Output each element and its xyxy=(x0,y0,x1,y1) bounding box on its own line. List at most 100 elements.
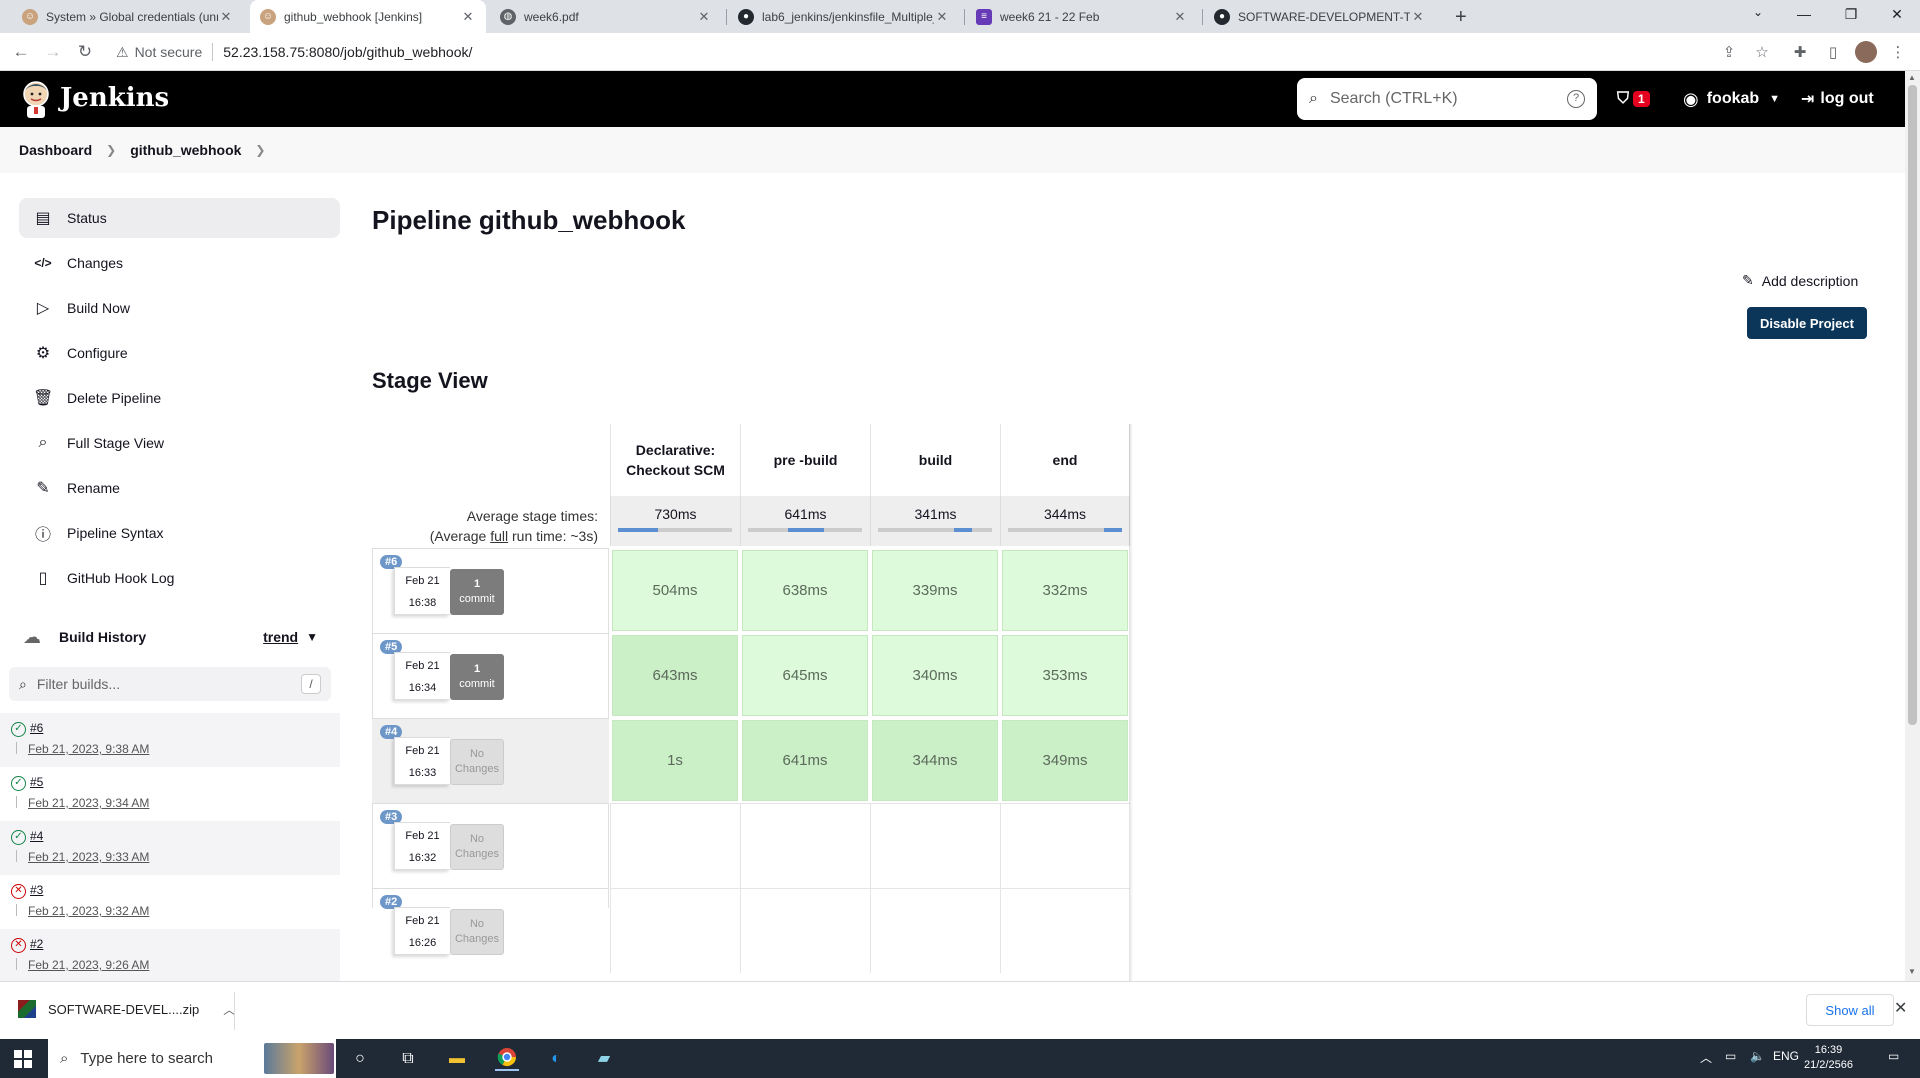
build-number-link[interactable]: #3 xyxy=(30,883,43,897)
forward-arrow-icon[interactable]: → xyxy=(43,42,63,62)
browser-tab[interactable]: ☺ System » Global credentials (unre ✕ xyxy=(12,0,244,33)
minimize-icon[interactable]: — xyxy=(1794,6,1814,22)
sidebar-item-rename[interactable]: ✎ Rename xyxy=(19,468,340,508)
jenkins-brand[interactable]: Jenkins xyxy=(60,83,169,113)
browser-tab[interactable]: ◍ week6.pdf ✕ xyxy=(490,0,722,33)
url-text[interactable]: 52.23.158.75:8080/job/github_webhook/ xyxy=(223,44,472,60)
sidebar-item-changes[interactable]: </> Changes xyxy=(19,243,340,283)
new-tab-plus-icon[interactable]: + xyxy=(1455,6,1467,29)
user-menu[interactable]: ◉ fookab ▼ xyxy=(1683,71,1780,127)
security-label[interactable]: Not secure xyxy=(135,44,203,60)
changes-box[interactable]: No Changes xyxy=(450,824,504,870)
build-date-link[interactable]: Feb 21, 2023, 9:26 AM xyxy=(28,958,149,972)
page-scrollbar[interactable]: ▲ ▼ xyxy=(1905,71,1920,981)
stage-cell-success[interactable]: 1s xyxy=(612,720,738,801)
stage-cell-success[interactable]: 349ms xyxy=(1002,720,1128,801)
file-explorer-folder-icon[interactable]: ▬ xyxy=(445,1047,469,1071)
docker-whale-icon[interactable]: ◐ xyxy=(544,1047,568,1071)
stage-cell-success[interactable]: 641ms xyxy=(742,720,868,801)
sidebar-item-pipeline-syntax[interactable]: ⓘ Pipeline Syntax xyxy=(19,513,340,553)
kebab-menu-icon[interactable]: ⋮ xyxy=(1888,43,1908,61)
task-view-icon[interactable]: ⧉ xyxy=(396,1047,420,1071)
network-icon[interactable]: ▭ xyxy=(1725,1049,1736,1063)
chevron-right-icon[interactable]: ❯ xyxy=(255,143,265,157)
side-panel-icon[interactable]: ▯ xyxy=(1823,43,1843,61)
trend-link[interactable]: trend xyxy=(263,629,298,645)
stage-cell-success[interactable]: 353ms xyxy=(1002,635,1128,716)
breadcrumb-dashboard[interactable]: Dashboard xyxy=(19,142,92,158)
download-item[interactable]: SOFTWARE-DEVEL....zip ︿ xyxy=(18,1000,235,1018)
tab-search-chevron-icon[interactable]: ⌄ xyxy=(1748,5,1768,19)
sidebar-item-build-now[interactable]: ▷ Build Now xyxy=(19,288,340,328)
add-description-link[interactable]: ✎ Add description xyxy=(1742,272,1858,289)
jenkins-butler-logo-icon[interactable] xyxy=(18,79,54,119)
build-date-link[interactable]: Feb 21, 2023, 9:33 AM xyxy=(28,850,149,864)
notifications-icon[interactable]: ▭ xyxy=(1888,1049,1899,1063)
changes-box[interactable]: No Changes xyxy=(450,909,504,955)
sidebar-item-full-stage-view[interactable]: ⌕ Full Stage View xyxy=(19,423,340,463)
stage-cell-success[interactable]: 643ms xyxy=(612,635,738,716)
browser-tab[interactable]: ● lab6_jenkins/jenkinsfile_Multiple_ ✕ xyxy=(728,0,960,33)
star-icon[interactable]: ☆ xyxy=(1752,43,1772,61)
build-history-row[interactable]: ✕ #3 Feb 21, 2023, 9:32 AM xyxy=(0,875,340,929)
stage-cell-success[interactable]: 344ms xyxy=(872,720,998,801)
profile-avatar[interactable] xyxy=(1855,41,1877,63)
back-arrow-icon[interactable]: ← xyxy=(11,42,31,62)
extensions-puzzle-icon[interactable]: ✚ xyxy=(1790,43,1810,61)
stage-cell-success[interactable]: 504ms xyxy=(612,550,738,631)
scroll-down-arrow-icon[interactable]: ▼ xyxy=(1908,967,1916,976)
browser-tab[interactable]: ● SOFTWARE-DEVELOPMENT-TOO ✕ xyxy=(1204,0,1436,33)
close-icon[interactable]: ✕ xyxy=(1894,998,1907,1018)
changes-box[interactable]: 1 commit xyxy=(450,654,504,700)
scroll-up-arrow-icon[interactable]: ▲ xyxy=(1908,73,1916,82)
share-icon[interactable]: ⇪ xyxy=(1719,43,1739,61)
stage-cell-success[interactable]: 645ms xyxy=(742,635,868,716)
browser-tab-active[interactable]: ☺ github_webhook [Jenkins] ✕ xyxy=(250,0,486,33)
build-number-link[interactable]: #4 xyxy=(30,829,43,843)
chevron-down-icon[interactable]: ▼ xyxy=(306,630,318,644)
stage-cell-success[interactable]: 339ms xyxy=(872,550,998,631)
build-history-row[interactable]: ✕ #2 Feb 21, 2023, 9:26 AM xyxy=(0,929,340,981)
run-row[interactable]: #6 Feb 21 16:38 1 commit xyxy=(372,548,609,633)
full-run-time-link[interactable]: full xyxy=(490,528,508,544)
restore-icon[interactable]: ❐ xyxy=(1841,6,1861,23)
help-icon[interactable]: ? xyxy=(1567,90,1585,108)
volume-icon[interactable]: 🔈 xyxy=(1750,1049,1765,1063)
changes-box[interactable]: 1 commit xyxy=(450,569,504,615)
build-number-link[interactable]: #2 xyxy=(30,937,43,951)
breadcrumb-job[interactable]: github_webhook xyxy=(130,142,241,158)
chrome-icon[interactable] xyxy=(495,1047,519,1071)
taskbar-clock[interactable]: 16:39 21/2/2566 xyxy=(1804,1043,1853,1073)
close-icon[interactable]: ✕ xyxy=(460,9,476,25)
windows-start-icon[interactable] xyxy=(14,1050,32,1068)
scrollbar-thumb[interactable] xyxy=(1908,85,1917,725)
run-row[interactable]: #2 Feb 21 16:26 No Changes xyxy=(372,888,609,973)
url-field[interactable]: ⚠ Not secure 52.23.158.75:8080/job/githu… xyxy=(108,37,1758,67)
security-alerts[interactable]: ⛉ 1 xyxy=(1617,71,1650,127)
stage-cell-success[interactable]: 332ms xyxy=(1002,550,1128,631)
search-box[interactable]: ⌕ Search (CTRL+K) ? xyxy=(1297,78,1597,120)
close-icon[interactable]: ✕ xyxy=(218,9,234,25)
disable-project-button[interactable]: Disable Project xyxy=(1747,307,1867,339)
close-window-icon[interactable]: ✕ xyxy=(1887,6,1907,23)
run-row[interactable]: #4 Feb 21 16:33 No Changes xyxy=(372,718,609,803)
stage-cell-success[interactable]: 340ms xyxy=(872,635,998,716)
sidebar-item-status[interactable]: ▤ Status xyxy=(19,198,340,238)
logout-link[interactable]: ⇥ log out xyxy=(1801,71,1874,127)
close-icon[interactable]: ✕ xyxy=(1172,9,1188,25)
run-row[interactable]: #3 Feb 21 16:32 No Changes xyxy=(372,803,609,888)
build-history-row[interactable]: ✓ #6 Feb 21, 2023, 9:38 AM xyxy=(0,713,340,767)
filter-builds-input[interactable]: ⌕ Filter builds... / xyxy=(9,667,331,701)
build-history-row[interactable]: ✓ #4 Feb 21, 2023, 9:33 AM xyxy=(0,821,340,875)
sidebar-item-configure[interactable]: ⚙ Configure xyxy=(19,333,340,373)
build-number-link[interactable]: #5 xyxy=(30,775,43,789)
language-indicator[interactable]: ENG xyxy=(1773,1049,1799,1063)
sidebar-item-github-hook-log[interactable]: ▯ GitHub Hook Log xyxy=(19,558,340,598)
reload-icon[interactable]: ↻ xyxy=(75,42,95,62)
close-icon[interactable]: ✕ xyxy=(696,9,712,25)
build-date-link[interactable]: Feb 21, 2023, 9:32 AM xyxy=(28,904,149,918)
close-icon[interactable]: ✕ xyxy=(1410,9,1426,25)
tray-chevron-up-icon[interactable]: ︿ xyxy=(1700,1049,1712,1066)
close-icon[interactable]: ✕ xyxy=(934,9,950,25)
build-history-row[interactable]: ✓ #5 Feb 21, 2023, 9:34 AM xyxy=(0,767,340,821)
